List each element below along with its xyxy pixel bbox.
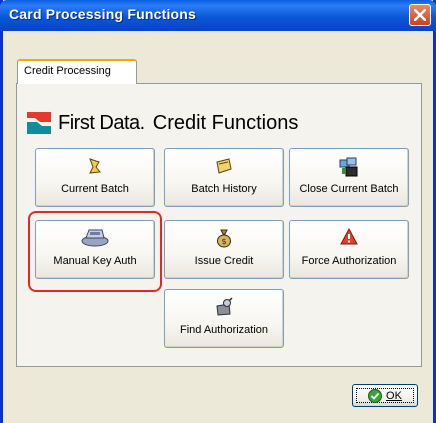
first-data-logo-icon [27, 112, 51, 134]
find-auth-icon [216, 297, 233, 316]
close-icon [414, 9, 426, 21]
brand-name: First Data. [58, 111, 145, 134]
tab-credit-processing[interactable]: Credit Processing [17, 59, 137, 84]
close-button[interactable] [409, 4, 431, 26]
find-authorization-label: Find Authorization [179, 324, 269, 336]
highlight-annotation [28, 211, 162, 292]
brand-subtitle: Credit Functions [152, 111, 299, 134]
close-batch-icon [339, 157, 358, 177]
batch-icon [89, 158, 101, 174]
current-batch-button[interactable]: Current Batch [35, 148, 155, 207]
close-current-batch-label: Close Current Batch [299, 183, 399, 195]
history-icon [216, 158, 232, 174]
ok-label: OK [386, 389, 402, 402]
current-batch-label: Current Batch [61, 183, 129, 195]
window-title: Card Processing Functions [9, 6, 197, 22]
ok-button[interactable]: OK [352, 384, 418, 407]
issue-credit-label: Issue Credit [194, 255, 254, 267]
money-bag-icon: $ [217, 229, 231, 248]
brand-header: First Data. Credit Functions [26, 108, 298, 138]
check-icon [368, 388, 383, 403]
issue-credit-button[interactable]: $ Issue Credit [164, 220, 284, 279]
tab-label: Credit Processing [24, 65, 111, 77]
warning-icon [340, 228, 358, 245]
force-authorization-label: Force Authorization [301, 255, 397, 267]
close-current-batch-button[interactable]: Close Current Batch [289, 148, 409, 207]
batch-history-button[interactable]: Batch History [164, 148, 284, 207]
batch-history-label: Batch History [191, 183, 257, 195]
force-authorization-button[interactable]: Force Authorization [289, 220, 409, 279]
find-authorization-button[interactable]: Find Authorization [164, 289, 284, 348]
svg-text:$: $ [221, 237, 226, 246]
focus-rectangle [356, 388, 414, 403]
title-bar[interactable]: Card Processing Functions [0, 0, 436, 31]
